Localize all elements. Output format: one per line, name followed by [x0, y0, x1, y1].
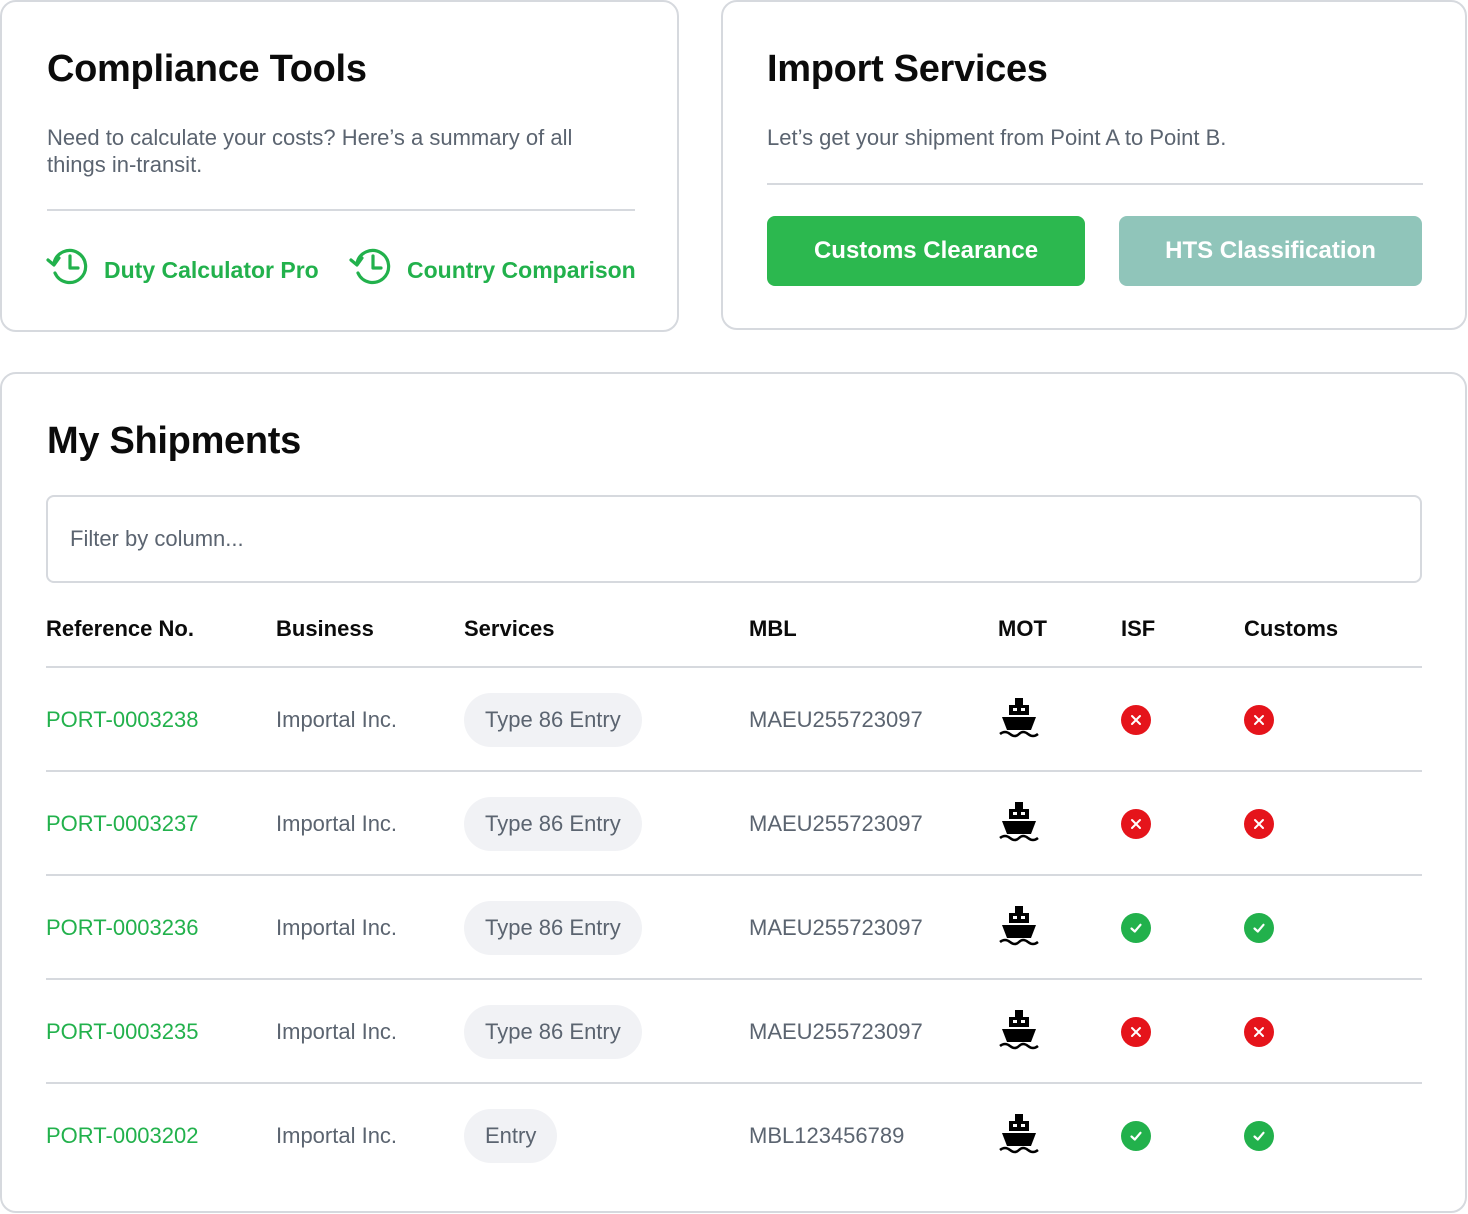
- table-row[interactable]: PORT-0003236 Importal Inc. Type 86 Entry…: [46, 876, 1422, 980]
- compliance-tools-description: Need to calculate your costs? Here’s a s…: [47, 125, 573, 177]
- ship-icon: [998, 800, 1040, 848]
- isf-cell: [1121, 980, 1151, 1084]
- x-circle-icon: [1244, 705, 1274, 735]
- reference-link[interactable]: PORT-0003237: [46, 772, 198, 876]
- check-circle-icon: [1121, 1121, 1151, 1151]
- x-circle-icon: [1121, 1017, 1151, 1047]
- service-badge: Type 86 Entry: [464, 797, 642, 851]
- isf-cell: [1121, 876, 1151, 980]
- services-cell: Entry: [464, 1084, 558, 1188]
- import-services-title: Import Services: [767, 48, 1048, 90]
- column-header-business[interactable]: Business: [276, 616, 374, 642]
- mot-cell: [998, 668, 1040, 772]
- x-circle-icon: [1121, 809, 1151, 839]
- duty-calculator-label: Duty Calculator Pro: [104, 256, 319, 283]
- customs-cell: [1244, 1084, 1274, 1188]
- mbl-cell: MAEU255723097: [749, 707, 923, 732]
- isf-cell: [1121, 772, 1151, 876]
- business-cell: Importal Inc.: [276, 1123, 398, 1148]
- column-header-customs[interactable]: Customs: [1244, 616, 1338, 642]
- customs-cell: [1244, 876, 1274, 980]
- reference-link[interactable]: PORT-0003235: [46, 980, 198, 1084]
- mbl-cell: MAEU255723097: [749, 915, 923, 940]
- reference-link[interactable]: PORT-0003238: [46, 668, 198, 772]
- mot-cell: [998, 772, 1040, 876]
- import-services-description: Let’s get your shipment from Point A to …: [767, 125, 1227, 150]
- reference-link[interactable]: PORT-0003236: [46, 876, 198, 980]
- history-clock-icon: [46, 246, 94, 294]
- services-cell: Type 86 Entry: [464, 980, 642, 1084]
- service-badge: Type 86 Entry: [464, 901, 642, 955]
- business-cell: Importal Inc.: [276, 707, 398, 732]
- column-header-mbl[interactable]: MBL: [749, 616, 797, 642]
- mbl-cell: MBL123456789: [749, 1123, 905, 1148]
- check-circle-icon: [1244, 913, 1274, 943]
- check-circle-icon: [1244, 1121, 1274, 1151]
- service-badge: Type 86 Entry: [464, 1005, 642, 1059]
- country-comparison-link[interactable]: Country Comparison: [349, 246, 636, 294]
- check-circle-icon: [1121, 913, 1151, 943]
- my-shipments-card: My Shipments Reference No. Business Serv…: [0, 372, 1467, 1213]
- table-row[interactable]: PORT-0003202 Importal Inc. Entry MBL1234…: [46, 1084, 1422, 1188]
- column-header-isf[interactable]: ISF: [1121, 616, 1155, 642]
- services-cell: Type 86 Entry: [464, 772, 642, 876]
- compliance-tools-title: Compliance Tools: [47, 48, 367, 90]
- ship-icon: [998, 1008, 1040, 1056]
- mbl-cell: MAEU255723097: [749, 1019, 923, 1044]
- my-shipments-title: My Shipments: [47, 420, 301, 462]
- x-circle-icon: [1121, 705, 1151, 735]
- service-badge: Entry: [464, 1109, 558, 1163]
- import-divider: [767, 183, 1423, 185]
- services-cell: Type 86 Entry: [464, 668, 642, 772]
- table-row[interactable]: PORT-0003238 Importal Inc. Type 86 Entry…: [46, 668, 1422, 772]
- service-badge: Type 86 Entry: [464, 693, 642, 747]
- isf-cell: [1121, 668, 1151, 772]
- mbl-cell: MAEU255723097: [749, 811, 923, 836]
- column-header-services[interactable]: Services: [464, 616, 555, 642]
- reference-link[interactable]: PORT-0003202: [46, 1084, 198, 1188]
- isf-cell: [1121, 1084, 1151, 1188]
- ship-icon: [998, 1112, 1040, 1160]
- customs-cell: [1244, 980, 1274, 1084]
- filter-input[interactable]: [46, 495, 1422, 583]
- shipments-table: Reference No. Business Services MBL MOT …: [46, 596, 1422, 1188]
- customs-cell: [1244, 668, 1274, 772]
- table-row[interactable]: PORT-0003237 Importal Inc. Type 86 Entry…: [46, 772, 1422, 876]
- table-row[interactable]: PORT-0003235 Importal Inc. Type 86 Entry…: [46, 980, 1422, 1084]
- business-cell: Importal Inc.: [276, 1019, 398, 1044]
- table-body: PORT-0003238 Importal Inc. Type 86 Entry…: [46, 668, 1422, 1188]
- x-circle-icon: [1244, 1017, 1274, 1047]
- services-cell: Type 86 Entry: [464, 876, 642, 980]
- ship-icon: [998, 696, 1040, 744]
- history-clock-icon: [349, 246, 397, 294]
- table-header: Reference No. Business Services MBL MOT …: [46, 596, 1422, 668]
- customs-cell: [1244, 772, 1274, 876]
- customs-clearance-button[interactable]: Customs Clearance: [767, 216, 1085, 286]
- ship-icon: [998, 904, 1040, 952]
- country-comparison-label: Country Comparison: [407, 256, 636, 283]
- duty-calculator-link[interactable]: Duty Calculator Pro: [46, 246, 319, 294]
- mot-cell: [998, 876, 1040, 980]
- compliance-divider: [47, 209, 635, 211]
- business-cell: Importal Inc.: [276, 915, 398, 940]
- hts-classification-button[interactable]: HTS Classification: [1119, 216, 1422, 286]
- business-cell: Importal Inc.: [276, 811, 398, 836]
- mot-cell: [998, 980, 1040, 1084]
- compliance-tools-card: Compliance Tools Need to calculate your …: [0, 0, 679, 332]
- column-header-mot[interactable]: MOT: [998, 616, 1047, 642]
- x-circle-icon: [1244, 809, 1274, 839]
- mot-cell: [998, 1084, 1040, 1188]
- column-header-reference[interactable]: Reference No.: [46, 616, 194, 642]
- import-services-card: Import Services Let’s get your shipment …: [721, 0, 1467, 330]
